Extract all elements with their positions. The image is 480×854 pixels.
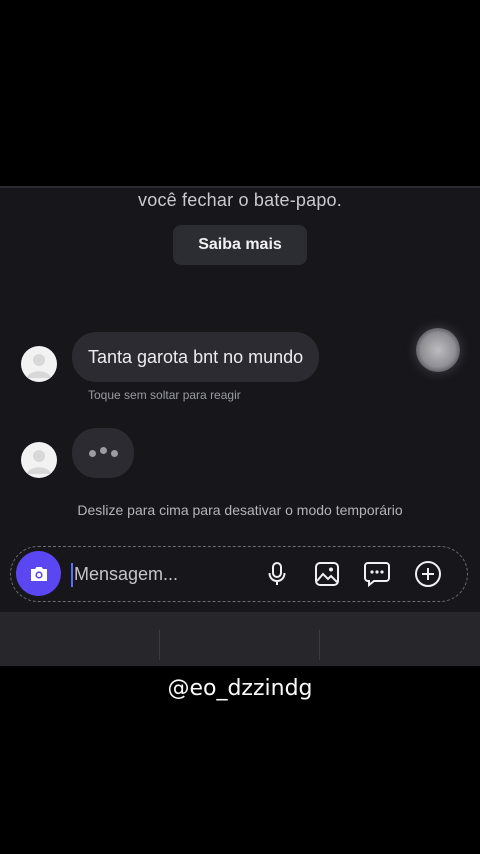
vanish-mode-notice: você fechar o bate-papo. xyxy=(138,190,342,210)
swipe-up-hint: Deslize para cima para desativar o modo … xyxy=(77,502,403,518)
gallery-icon xyxy=(315,562,339,586)
typing-dot xyxy=(99,446,107,454)
divider xyxy=(159,630,160,660)
typing-dot xyxy=(88,449,96,457)
divider xyxy=(319,630,320,660)
microphone-icon xyxy=(268,562,286,585)
watermark-username: @eo_dzzindg xyxy=(167,676,313,701)
message-input[interactable] xyxy=(74,557,244,591)
sticker-icon xyxy=(364,562,390,588)
plus-icon xyxy=(415,561,441,587)
avatar[interactable] xyxy=(21,346,57,382)
avatar[interactable] xyxy=(21,442,57,478)
sticker-button[interactable] xyxy=(363,560,391,588)
typing-dot xyxy=(110,449,118,457)
message-composer xyxy=(10,546,468,602)
microphone-button[interactable] xyxy=(263,560,291,588)
reaction-hint: Toque sem soltar para reagir xyxy=(88,388,241,402)
message-bubble[interactable]: Tanta garota bnt no mundo xyxy=(72,332,320,382)
learn-more-button[interactable]: Saiba mais xyxy=(173,225,307,265)
text-cursor xyxy=(71,563,73,587)
message-text: Tanta garota bnt no mundo xyxy=(88,346,304,367)
more-options-button[interactable] xyxy=(414,560,442,588)
typing-indicator xyxy=(72,428,134,478)
camera-icon xyxy=(30,566,47,581)
top-divider xyxy=(0,186,480,188)
chat-screen: você fechar o bate-papo. Saiba mais Tant… xyxy=(0,186,480,612)
user-silhouette-icon xyxy=(27,354,51,378)
floating-indicator[interactable] xyxy=(416,328,460,372)
user-silhouette-icon xyxy=(27,450,51,474)
camera-button[interactable] xyxy=(16,551,61,596)
bottom-navigation-bar xyxy=(0,612,480,666)
gallery-button[interactable] xyxy=(313,560,341,588)
